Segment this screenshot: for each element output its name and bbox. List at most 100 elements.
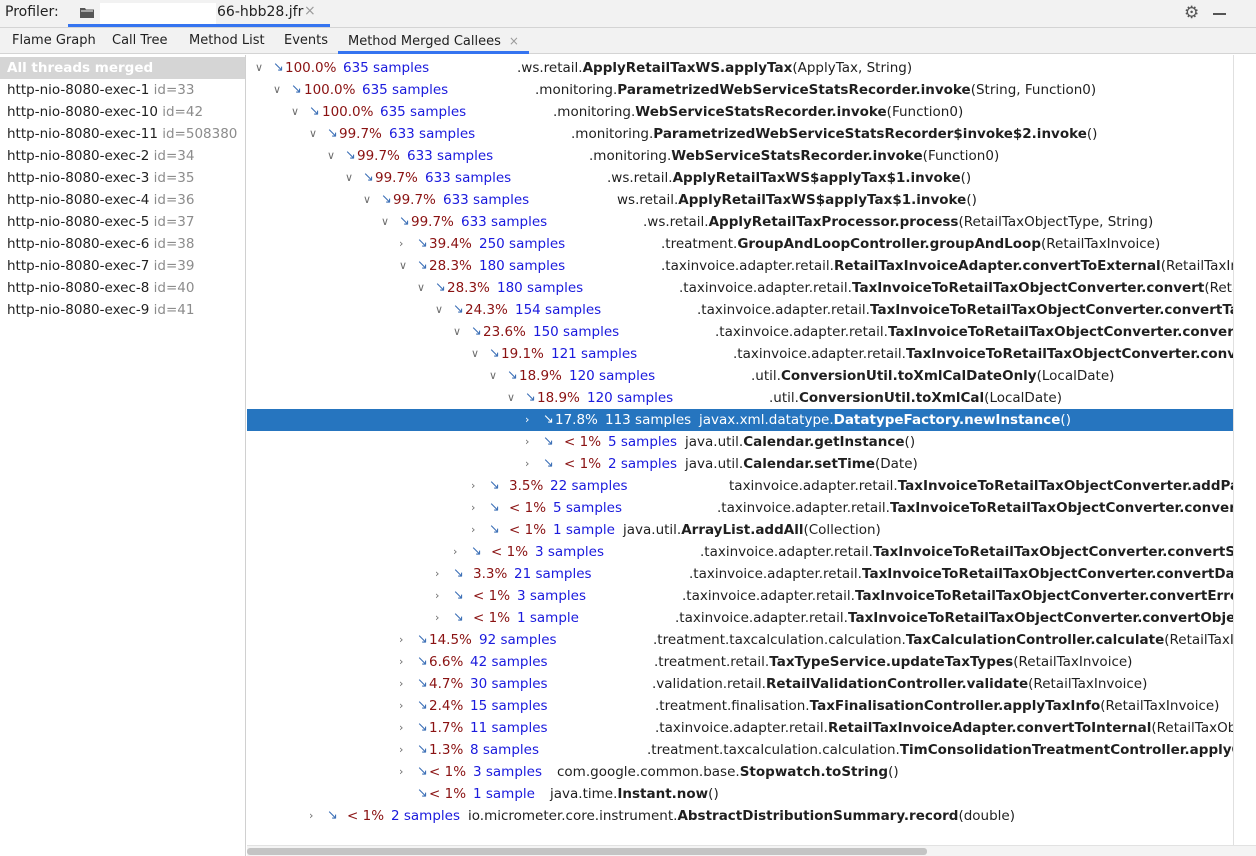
tree-row[interactable]: › ↘ < 1% 3 samples .taxinvoice.adapter.retai… bbox=[247, 585, 1233, 607]
expand-chevron-icon[interactable]: › bbox=[399, 673, 403, 695]
expand-chevron-icon[interactable]: › bbox=[399, 739, 403, 761]
close-tab-icon[interactable]: × bbox=[509, 34, 519, 48]
expand-chevron-icon[interactable]: › bbox=[399, 695, 403, 717]
expand-chevron-icon[interactable]: ∨ bbox=[435, 299, 443, 321]
tree-row[interactable]: ∨ ↘ 28.3% 180 samples .taxinvoice.adapter.re… bbox=[247, 255, 1233, 277]
vertical-scrollbar[interactable] bbox=[1233, 55, 1256, 856]
file-name: 66-hbb28.jfr bbox=[217, 4, 304, 20]
thread-item[interactable]: http-nio-8080-exec-9 id=41 bbox=[0, 299, 245, 321]
expand-chevron-icon[interactable]: › bbox=[525, 453, 529, 475]
thread-item[interactable]: http-nio-8080-exec-8 id=40 bbox=[0, 277, 245, 299]
file-tab[interactable]: 66-hbb28.jfr × bbox=[68, 0, 330, 27]
expand-chevron-icon[interactable]: › bbox=[399, 717, 403, 739]
tree-row[interactable]: › ↘ 3.5% 22 samples taxinvoice.adapter.retai… bbox=[247, 475, 1233, 497]
tree-row[interactable]: ∨ ↘ 99.7% 633 samples .ws.retail.ApplyRetail… bbox=[247, 211, 1233, 233]
tab-flame-graph[interactable]: Flame Graph bbox=[12, 28, 96, 54]
expand-chevron-icon[interactable]: › bbox=[435, 607, 439, 629]
expand-chevron-icon[interactable]: › bbox=[525, 409, 529, 431]
expand-chevron-icon[interactable]: › bbox=[435, 585, 439, 607]
tree-row[interactable]: ∨ ↘ 99.7% 633 samples .ws.retail.ApplyRetail… bbox=[247, 167, 1233, 189]
tree-row[interactable]: › ↘ < 1% 5 samples java.util.Calendar.getIns… bbox=[247, 431, 1233, 453]
scrollbar-thumb[interactable] bbox=[247, 848, 927, 855]
thread-item[interactable]: http-nio-8080-exec-3 id=35 bbox=[0, 167, 245, 189]
tree-row[interactable]: › ↘ 6.6% 42 samples .treatment.retail.TaxTyp… bbox=[247, 651, 1233, 673]
expand-chevron-icon[interactable]: ∨ bbox=[453, 321, 461, 343]
thread-item[interactable]: http-nio-8080-exec-10 id=42 bbox=[0, 101, 245, 123]
expand-chevron-icon[interactable]: ∨ bbox=[381, 211, 389, 233]
thread-item[interactable]: http-nio-8080-exec-2 id=34 bbox=[0, 145, 245, 167]
thread-name: http-nio-8080-exec-7 bbox=[7, 258, 150, 274]
expand-chevron-icon[interactable]: › bbox=[399, 629, 403, 651]
expand-chevron-icon[interactable]: ∨ bbox=[489, 365, 497, 387]
tab-events[interactable]: Events bbox=[284, 28, 328, 54]
tree-row[interactable]: › ↘ 14.5% 92 samples .treatment.taxcalculati… bbox=[247, 629, 1233, 651]
tree-row[interactable]: ↘ < 1% 1 sample java.time.Instant.now() bbox=[247, 783, 1233, 805]
tree-row[interactable]: ∨ ↘ 100.0% 635 samples .monitoring.WebServic… bbox=[247, 101, 1233, 123]
tree-row[interactable]: › ↘ < 1% 2 samples io.micrometer.core.instru… bbox=[247, 805, 1233, 827]
tree-row[interactable]: ∨ ↘ 100.0% 635 samples .monitoring.Parametri… bbox=[247, 79, 1233, 101]
expand-chevron-icon[interactable]: ∨ bbox=[363, 189, 371, 211]
method-package: .treatment. bbox=[661, 236, 738, 252]
expand-chevron-icon[interactable]: ∨ bbox=[345, 167, 353, 189]
tree-row[interactable]: › ↘ 39.4% 250 samples .treatment.GroupAndLoo… bbox=[247, 233, 1233, 255]
thread-name: http-nio-8080-exec-6 bbox=[7, 236, 150, 252]
tree-row[interactable]: › ↘ 1.3% 8 samples .treatment.taxcalculation… bbox=[247, 739, 1233, 761]
expand-chevron-icon[interactable]: ∨ bbox=[327, 145, 335, 167]
tree-row[interactable]: ∨ ↘ 18.9% 120 samples .util.ConversionUtil.t… bbox=[247, 387, 1233, 409]
expand-chevron-icon[interactable]: › bbox=[399, 651, 403, 673]
tree-row[interactable]: ∨ ↘ 28.3% 180 samples .taxinvoice.adapter.re… bbox=[247, 277, 1233, 299]
tree-row[interactable]: › ↘ < 1% 1 sample .taxinvoice.adapter.retail… bbox=[247, 607, 1233, 629]
expand-chevron-icon[interactable]: › bbox=[453, 541, 457, 563]
expand-chevron-icon[interactable]: › bbox=[525, 431, 529, 453]
thread-item[interactable]: http-nio-8080-exec-11 id=508380 bbox=[0, 123, 245, 145]
expand-chevron-icon[interactable]: › bbox=[435, 563, 439, 585]
expand-chevron-icon[interactable]: › bbox=[471, 497, 475, 519]
expand-chevron-icon[interactable]: ∨ bbox=[273, 79, 281, 101]
tree-row[interactable]: › ↘ < 1% 5 samples .taxinvoice.adapter.retai… bbox=[247, 497, 1233, 519]
thread-item[interactable]: http-nio-8080-exec-5 id=37 bbox=[0, 211, 245, 233]
tree-row[interactable]: › ↘ < 1% 3 samples com.google.common.base.St… bbox=[247, 761, 1233, 783]
tree-row[interactable]: › ↘ < 1% 3 samples .taxinvoice.adapter.retai… bbox=[247, 541, 1233, 563]
gear-icon[interactable]: ⚙ bbox=[1184, 3, 1199, 23]
expand-chevron-icon[interactable]: › bbox=[399, 761, 403, 783]
expand-chevron-icon[interactable]: › bbox=[399, 233, 403, 255]
tab-call-tree[interactable]: Call Tree bbox=[112, 28, 168, 54]
method-name: TaxCalculationController.calculate bbox=[905, 632, 1165, 648]
tree-row[interactable]: › ↘ 2.4% 15 samples .treatment.finalisation.… bbox=[247, 695, 1233, 717]
tree-row[interactable]: › ↘ 17.8% 113 samples javax.xml.datatype.Dat… bbox=[247, 409, 1233, 431]
expand-chevron-icon[interactable]: › bbox=[471, 475, 475, 497]
tree-row[interactable]: ∨ ↘ 99.7% 633 samples .monitoring.WebService… bbox=[247, 145, 1233, 167]
tree-row[interactable]: › ↘ 1.7% 11 samples .taxinvoice.adapter.reta… bbox=[247, 717, 1233, 739]
thread-item[interactable]: http-nio-8080-exec-6 id=38 bbox=[0, 233, 245, 255]
tree-row[interactable]: › ↘ < 1% 2 samples java.util.Calendar.setTim… bbox=[247, 453, 1233, 475]
expand-chevron-icon[interactable]: ∨ bbox=[507, 387, 515, 409]
thread-item[interactable]: http-nio-8080-exec-1 id=33 bbox=[0, 79, 245, 101]
thread-item[interactable]: http-nio-8080-exec-4 id=36 bbox=[0, 189, 245, 211]
tree-row[interactable]: ∨ ↘ 24.3% 154 samples .taxinvoice.adapter.re… bbox=[247, 299, 1233, 321]
tree-row[interactable]: › ↘ < 1% 1 sample java.util.ArrayList.addAll… bbox=[247, 519, 1233, 541]
thread-all-merged[interactable]: All threads merged bbox=[0, 57, 245, 79]
tab-method-merged-callees[interactable]: Method Merged Callees × bbox=[338, 28, 529, 54]
tree-row[interactable]: › ↘ 4.7% 30 samples .validation.retail.Retai… bbox=[247, 673, 1233, 695]
expand-chevron-icon[interactable]: ∨ bbox=[255, 57, 263, 79]
expand-chevron-icon[interactable]: ∨ bbox=[417, 277, 425, 299]
tree-row[interactable]: ∨ ↘ 100.0% 635 samples .ws.retail.ApplyRetai… bbox=[247, 57, 1233, 79]
expand-chevron-icon[interactable]: ∨ bbox=[471, 343, 479, 365]
tree-row[interactable]: ∨ ↘ 23.6% 150 samples .taxinvoice.adapter.re… bbox=[247, 321, 1233, 343]
minimize-icon[interactable] bbox=[1213, 13, 1226, 15]
tree-row[interactable]: ∨ ↘ 99.7% 633 samples ws.retail.ApplyRetailT… bbox=[247, 189, 1233, 211]
thread-item[interactable]: http-nio-8080-exec-7 id=39 bbox=[0, 255, 245, 277]
tree-row[interactable]: ∨ ↘ 99.7% 633 samples .monitoring.Parametriz… bbox=[247, 123, 1233, 145]
method-name: TaxInvoiceToRetailTaxObjectConverter.con… bbox=[905, 346, 1233, 362]
tree-row[interactable]: ∨ ↘ 18.9% 120 samples .util.ConversionUtil.t… bbox=[247, 365, 1233, 387]
expand-chevron-icon[interactable]: ∨ bbox=[399, 255, 407, 277]
tree-row[interactable]: › ↘ 3.3% 21 samples .taxinvoice.adapter.reta… bbox=[247, 563, 1233, 585]
expand-chevron-icon[interactable]: › bbox=[309, 805, 313, 827]
expand-chevron-icon[interactable]: ∨ bbox=[309, 123, 317, 145]
close-file-tab-icon[interactable]: × bbox=[304, 3, 316, 19]
tree-row[interactable]: ∨ ↘ 19.1% 121 samples .taxinvoice.adapter.re… bbox=[247, 343, 1233, 365]
tab-method-list[interactable]: Method List bbox=[189, 28, 265, 54]
expand-chevron-icon[interactable]: ∨ bbox=[291, 101, 299, 123]
expand-chevron-icon[interactable]: › bbox=[471, 519, 475, 541]
horizontal-scrollbar[interactable] bbox=[247, 845, 1256, 856]
